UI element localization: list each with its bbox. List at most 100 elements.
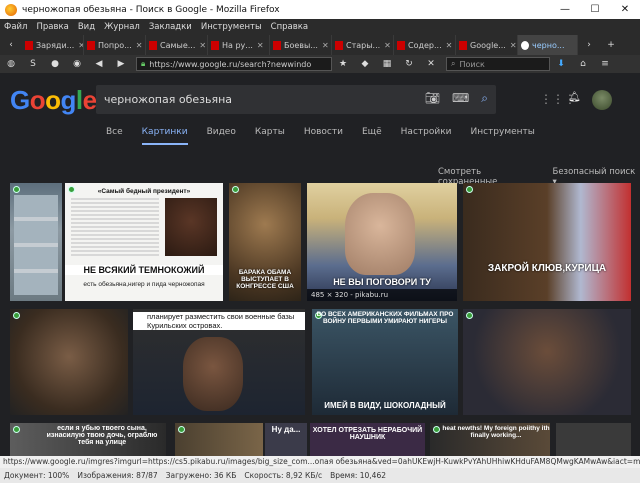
- tab-close-icon[interactable]: ✕: [446, 41, 453, 50]
- image-result[interactable]: Ну да...: [265, 423, 307, 456]
- image-result[interactable]: [10, 183, 62, 301]
- image-caption: НЕ ВСЯКИЙ ТЕМНОКОЖИЙ: [65, 265, 223, 275]
- logo-letter: l: [75, 85, 83, 115]
- download-icon[interactable]: ⬇: [554, 58, 568, 70]
- image-result[interactable]: [175, 423, 263, 456]
- tab-label: Google...: [470, 40, 506, 50]
- article-text-block: [71, 198, 159, 256]
- tab-close-icon[interactable]: ✕: [384, 41, 391, 50]
- menu-help[interactable]: Справка: [271, 22, 308, 32]
- logo-letter: G: [10, 85, 30, 115]
- globe-icon[interactable]: ◍: [4, 58, 18, 70]
- browser-tab[interactable]: На ру... ✕: [208, 35, 270, 55]
- stop-icon[interactable]: ✕: [424, 58, 438, 70]
- browser-tab[interactable]: Боевы... ✕: [270, 35, 332, 55]
- tab-close-icon[interactable]: ✕: [199, 41, 206, 50]
- minimize-button[interactable]: —: [550, 4, 580, 15]
- tab-scroll-right-icon[interactable]: ›: [582, 39, 596, 51]
- image-result[interactable]: НЕ ВЫ ПОГОВОРИ ТУ 485 × 320 - pikabu.ru: [307, 183, 457, 301]
- url-bar[interactable]: 🔒︎ https://www.google.ru/search?newwindo: [136, 57, 332, 71]
- tab-favicon-icon: [87, 40, 95, 50]
- new-tab-icon[interactable]: +: [604, 39, 618, 51]
- tab-favicon-icon: [335, 40, 343, 50]
- search-icon[interactable]: ⌕: [481, 91, 488, 106]
- tab-favicon-icon: [459, 40, 467, 50]
- menu-file[interactable]: Файл: [4, 22, 27, 32]
- title-bar: черножопая обезьяна - Поиск в Google - M…: [0, 0, 640, 19]
- tab-news[interactable]: Новости: [304, 127, 343, 145]
- tab-more[interactable]: Ещё: [362, 127, 382, 145]
- visited-dot-icon: [433, 426, 440, 433]
- browser-tab[interactable]: Содер... ✕: [394, 35, 456, 55]
- keyboard-icon[interactable]: ⌨: [452, 91, 469, 106]
- forward-arrow-icon[interactable]: ▶: [114, 58, 128, 70]
- image-result[interactable]: [556, 423, 631, 456]
- image-result[interactable]: «Самый бедный президент» НЕ ВСЯКИЙ ТЕМНО…: [65, 183, 223, 301]
- close-button[interactable]: ✕: [610, 4, 640, 15]
- status-bar: Документ: 100% Изображения: 87/87 Загруж…: [0, 468, 640, 483]
- notifications-icon[interactable]: 🔔︎: [568, 92, 581, 103]
- image-result[interactable]: ЗАКРОЙ КЛЮВ,КУРИЦА: [463, 183, 631, 301]
- tab-images[interactable]: Картинки: [141, 127, 188, 145]
- google-search-box[interactable]: черножопая обезьяна 📷︎ ⌨ ⌕: [96, 85, 496, 114]
- tab-all[interactable]: Все: [106, 127, 123, 145]
- image-result[interactable]: heat newths! My foreign poiithy ith fina…: [430, 423, 550, 456]
- extension-badge-icon[interactable]: ●: [48, 58, 62, 70]
- reload-icon[interactable]: ↻: [402, 58, 416, 70]
- tab-maps[interactable]: Карты: [255, 127, 285, 145]
- image-thumbnail: [165, 198, 217, 256]
- maximize-button[interactable]: ☐: [580, 4, 610, 15]
- menu-icon[interactable]: ≡: [598, 58, 612, 70]
- avatar[interactable]: [592, 90, 612, 110]
- star-icon[interactable]: ★: [336, 58, 350, 70]
- home-icon[interactable]: ⌂: [576, 58, 590, 70]
- camera-icon[interactable]: 📷︎: [425, 91, 440, 106]
- menu-edit[interactable]: Правка: [36, 22, 68, 32]
- image-result[interactable]: БАРАКА ОБАМА ВЫСТУПАЕТ В КОНГРЕССЕ США: [229, 183, 301, 301]
- tab-tools[interactable]: Инструменты: [470, 127, 534, 145]
- image-caption: ЗАКРОЙ КЛЮВ,КУРИЦА: [487, 263, 607, 274]
- image-caption: БАРАКА ОБАМА ВЫСТУПАЕТ В КОНГРЕССЕ США: [236, 269, 294, 290]
- tab-settings[interactable]: Настройки: [401, 127, 452, 145]
- tab-close-icon[interactable]: ✕: [257, 41, 264, 50]
- tab-video[interactable]: Видео: [207, 127, 236, 145]
- time-status: Время: 10,462: [330, 471, 386, 480]
- speed-status: Скорость: 8,92 КБ/с: [244, 471, 323, 480]
- browser-tab[interactable]: Заряди...✕: [22, 35, 84, 55]
- browser-tab[interactable]: Стары... ✕: [332, 35, 394, 55]
- back-arrow-icon[interactable]: ◀: [92, 58, 106, 70]
- image-result[interactable]: ВО ВСЕХ АМЕРИКАНСКИХ ФИЛЬМАХ ПРО ВОЙНУ П…: [312, 309, 458, 415]
- browser-tab[interactable]: Самые... ✕: [146, 35, 208, 55]
- google-logo[interactable]: Google: [10, 85, 97, 116]
- search-placeholder: Поиск: [459, 59, 485, 69]
- search-input[interactable]: ⌕ Поиск: [446, 57, 550, 71]
- image-caption: ХОТЕЛ ОТРЕЗАТЬ НЕРАБОЧИЙ НАУШНИК: [312, 427, 423, 441]
- extension-icon[interactable]: ◆: [358, 58, 372, 70]
- browser-tab[interactable]: Попро... ✕: [84, 35, 146, 55]
- menu-history[interactable]: Журнал: [104, 22, 140, 32]
- window-title: черножопая обезьяна - Поиск в Google - M…: [22, 4, 280, 15]
- skype-icon[interactable]: S: [26, 58, 40, 70]
- menu-view[interactable]: Вид: [78, 22, 95, 32]
- image-result[interactable]: [463, 309, 631, 415]
- image-result[interactable]: если я убью твоего сына, изнасилую твою …: [10, 423, 166, 456]
- image-result[interactable]: [10, 309, 128, 415]
- addon-icon[interactable]: ◉: [70, 58, 84, 70]
- visited-dot-icon: [178, 426, 185, 433]
- visited-dot-icon: [232, 186, 239, 193]
- browser-tab[interactable]: Google... ✕: [456, 35, 518, 55]
- browser-tab-active[interactable]: черно...: [518, 35, 578, 55]
- tab-close-icon[interactable]: ✕: [510, 41, 517, 50]
- menu-tools[interactable]: Инструменты: [201, 22, 262, 32]
- image-caption-top: ВО ВСЕХ АМЕРИКАНСКИХ ФИЛЬМАХ ПРО ВОЙНУ П…: [316, 311, 454, 325]
- menu-bookmarks[interactable]: Закладки: [149, 22, 192, 32]
- tab-scroll-left-icon[interactable]: ‹: [4, 39, 18, 51]
- image-caption-top: планирует разместить свои военные базы К…: [133, 312, 305, 330]
- logo-letter: e: [82, 85, 97, 115]
- tab-label: Самые...: [160, 40, 196, 50]
- flag-icon[interactable]: ▦: [380, 58, 394, 70]
- image-result[interactable]: планирует разместить свои военные базы К…: [133, 309, 305, 415]
- tab-close-icon[interactable]: ✕: [322, 41, 329, 50]
- tab-close-icon[interactable]: ✕: [136, 41, 143, 50]
- image-result[interactable]: ХОТЕЛ ОТРЕЗАТЬ НЕРАБОЧИЙ НАУШНИК: [310, 423, 425, 456]
